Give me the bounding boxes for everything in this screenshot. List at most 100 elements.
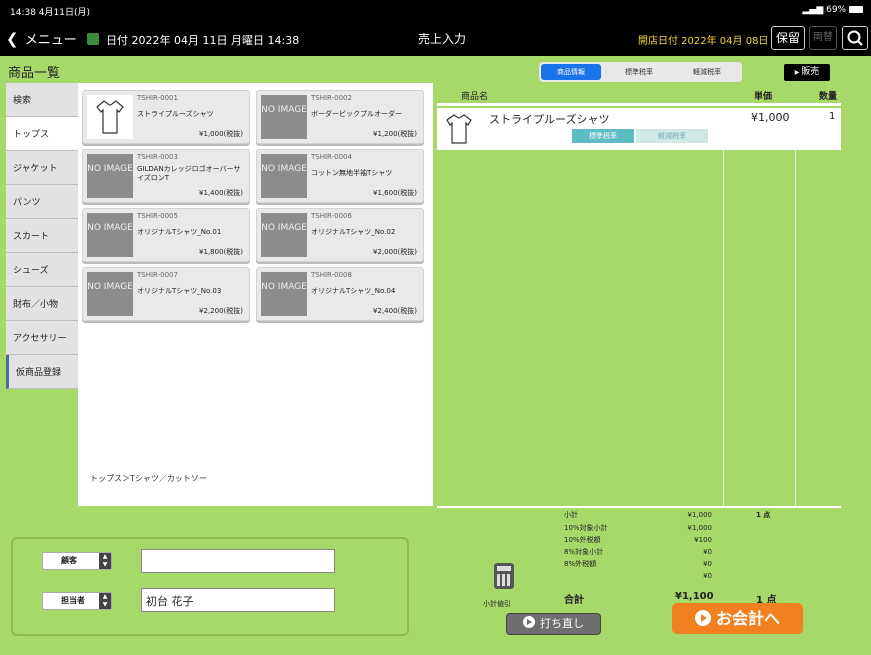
stepper-icon: ▲ ▼	[99, 553, 111, 569]
summary-count: 1 点	[756, 511, 771, 519]
status-bar: 14:38 4月11日(月) ▂▄▆ 69%	[0, 0, 871, 20]
tab-product-info[interactable]: 商品情報	[541, 64, 601, 80]
no-image-placeholder: NO IMAGE	[261, 154, 307, 198]
category-item-search[interactable]: 検索	[6, 83, 78, 117]
checkout-button[interactable]: お会計へ	[672, 603, 803, 634]
play-icon	[694, 610, 711, 626]
product-name: GILDANカレッジロゴオーバーサイズロンT	[137, 165, 241, 182]
tax-standard-toggle[interactable]: 標準税率	[572, 129, 634, 143]
product-card[interactable]: NO IMAGE TSHIR-0002 ボーダービックプルオーダー ¥1,200…	[256, 90, 424, 144]
summary-label: 小計	[564, 511, 578, 519]
product-card[interactable]: TSHIR-0001 ストライプルーズシャツ ¥1,000(税抜)	[82, 90, 250, 144]
no-image-placeholder: NO IMAGE	[261, 272, 307, 316]
product-price: ¥2,200(税抜)	[199, 307, 243, 315]
product-card[interactable]: NO IMAGE TSHIR-0003 GILDANカレッジロゴオーバーサイズロ…	[82, 149, 250, 203]
header-product-name: 商品名	[461, 92, 489, 102]
category-item-pants[interactable]: パンツ	[6, 185, 78, 219]
row-unit-price: ¥1,000	[751, 111, 790, 124]
no-image-placeholder: NO IMAGE	[261, 95, 307, 139]
category-item-jacket[interactable]: ジャケット	[6, 151, 78, 185]
product-code: TSHIR-0001	[137, 94, 178, 102]
divider	[437, 506, 841, 508]
product-name: オリジナルTシャツ_No.04	[311, 287, 396, 295]
row-qty: 1	[829, 111, 836, 122]
product-list-title: 商品一覧	[8, 66, 61, 81]
product-price: ¥2,000(税抜)	[373, 248, 417, 256]
staff-select[interactable]: 担当者 ▲ ▼	[42, 592, 112, 610]
calculator-icon[interactable]	[494, 563, 514, 589]
redo-button[interactable]: 打ち直し	[506, 613, 601, 635]
product-price: ¥1,800(税抜)	[199, 248, 243, 256]
table-row[interactable]: ストライプルーズシャツ ¥1,000 1 標準税率 軽減税率	[437, 108, 841, 150]
battery-icon	[849, 6, 863, 13]
no-image-placeholder: NO IMAGE	[87, 213, 133, 257]
customer-panel: 顧客 ▲ ▼ 担当者 ▲ ▼ 初台 花子	[11, 537, 409, 636]
product-code: TSHIR-0004	[311, 153, 352, 161]
summary-label: 10%外税額	[564, 536, 601, 544]
sales-list: 商品名 単価 数量 ストライプルーズシャツ ¥1,000 1 標準税率 軽減税率	[437, 86, 841, 506]
chevron-left-icon: ❮	[6, 30, 19, 48]
category-item-skirt[interactable]: スカート	[6, 219, 78, 253]
tab-standard-tax[interactable]: 標準税率	[609, 64, 669, 80]
page-title: 売上入力	[418, 32, 467, 46]
product-card[interactable]: NO IMAGE TSHIR-0004 コットン無地半袖Tシャツ ¥1,600(…	[256, 149, 424, 203]
status-time: 14:38 4月11日(月)	[10, 8, 90, 18]
tax-reduced-toggle[interactable]: 軽減税率	[636, 129, 708, 143]
summary-value: ¥0	[703, 548, 712, 556]
total-value: ¥1,100	[675, 591, 714, 602]
product-code: TSHIR-0005	[137, 212, 178, 220]
hold-button[interactable]: 保留	[771, 26, 805, 50]
product-card[interactable]: NO IMAGE TSHIR-0005 オリジナルTシャツ_No.01 ¥1,8…	[82, 208, 250, 262]
product-price: ¥1,200(税抜)	[373, 130, 417, 138]
product-name: コットン無地半袖Tシャツ	[311, 169, 393, 177]
summary-value: ¥1,000	[687, 524, 713, 532]
exchange-button[interactable]: 両替	[809, 26, 837, 50]
header-qty: 数量	[819, 92, 838, 102]
date-label: 日付 2022年 04月 11日 月曜日 14:38	[106, 34, 300, 47]
summary-value: ¥100	[694, 536, 712, 544]
category-sidebar: 検索 トップス ジャケット パンツ スカート シューズ 財布／小物 アクセサリー…	[6, 83, 84, 389]
search-button[interactable]	[842, 26, 868, 50]
customer-input[interactable]	[141, 549, 335, 573]
header-unit-price: 単価	[754, 92, 773, 102]
tshirt-icon	[441, 111, 477, 147]
nav-bar: ❮ メニュー 日付 2022年 04月 11日 月曜日 14:38 売上入力 開…	[0, 20, 871, 56]
summary-value: ¥0	[703, 560, 712, 568]
product-code: TSHIR-0003	[137, 153, 178, 161]
search-icon	[847, 30, 863, 46]
sell-mode-button[interactable]: ▶ 販売	[784, 64, 830, 81]
no-image-placeholder: NO IMAGE	[261, 213, 307, 257]
category-item-shoes[interactable]: シューズ	[6, 253, 78, 287]
divider	[795, 150, 796, 506]
product-code: TSHIR-0007	[137, 271, 178, 279]
menu-back-button[interactable]: ❮ メニュー 日付 2022年 04月 11日 月曜日 14:38	[6, 29, 299, 48]
subtotal-discount-label[interactable]: 小計値引	[483, 599, 511, 609]
wifi-icon: ▂▄▆	[802, 5, 827, 15]
staff-input[interactable]: 初台 花子	[141, 588, 335, 612]
product-card[interactable]: NO IMAGE TSHIR-0007 オリジナルTシャツ_No.03 ¥2,2…	[82, 267, 250, 321]
tab-reduced-tax[interactable]: 軽減税率	[677, 64, 737, 80]
category-item-temp-product[interactable]: 仮商品登録	[6, 355, 78, 389]
product-code: TSHIR-0002	[311, 94, 352, 102]
breadcrumb: トップス＞Tシャツ／カットソー	[90, 474, 207, 483]
category-item-wallet[interactable]: 財布／小物	[6, 287, 78, 321]
summary-label: 8%外税額	[564, 560, 597, 568]
product-price: ¥1,600(税抜)	[373, 189, 417, 197]
open-date-label: 開店日付 2022年 04月 08日	[638, 36, 769, 47]
product-card[interactable]: NO IMAGE TSHIR-0008 オリジナルTシャツ_No.04 ¥2,4…	[256, 267, 424, 321]
total-label: 合計	[564, 595, 584, 606]
no-image-placeholder: NO IMAGE	[87, 272, 133, 316]
product-name: オリジナルTシャツ_No.03	[137, 287, 222, 295]
product-card[interactable]: NO IMAGE TSHIR-0006 オリジナルTシャツ_No.02 ¥2,0…	[256, 208, 424, 262]
product-code: TSHIR-0008	[311, 271, 352, 279]
category-item-accessory[interactable]: アクセサリー	[6, 321, 78, 355]
customer-select[interactable]: 顧客 ▲ ▼	[42, 552, 112, 570]
play-icon	[523, 616, 535, 628]
summary-value: ¥1,000	[687, 511, 713, 519]
calendar-icon	[86, 33, 99, 45]
product-code: TSHIR-0006	[311, 212, 352, 220]
tshirt-icon	[87, 95, 133, 139]
product-name: オリジナルTシャツ_No.02	[311, 228, 396, 236]
category-item-tops[interactable]: トップス	[6, 117, 84, 151]
divider	[437, 103, 841, 106]
